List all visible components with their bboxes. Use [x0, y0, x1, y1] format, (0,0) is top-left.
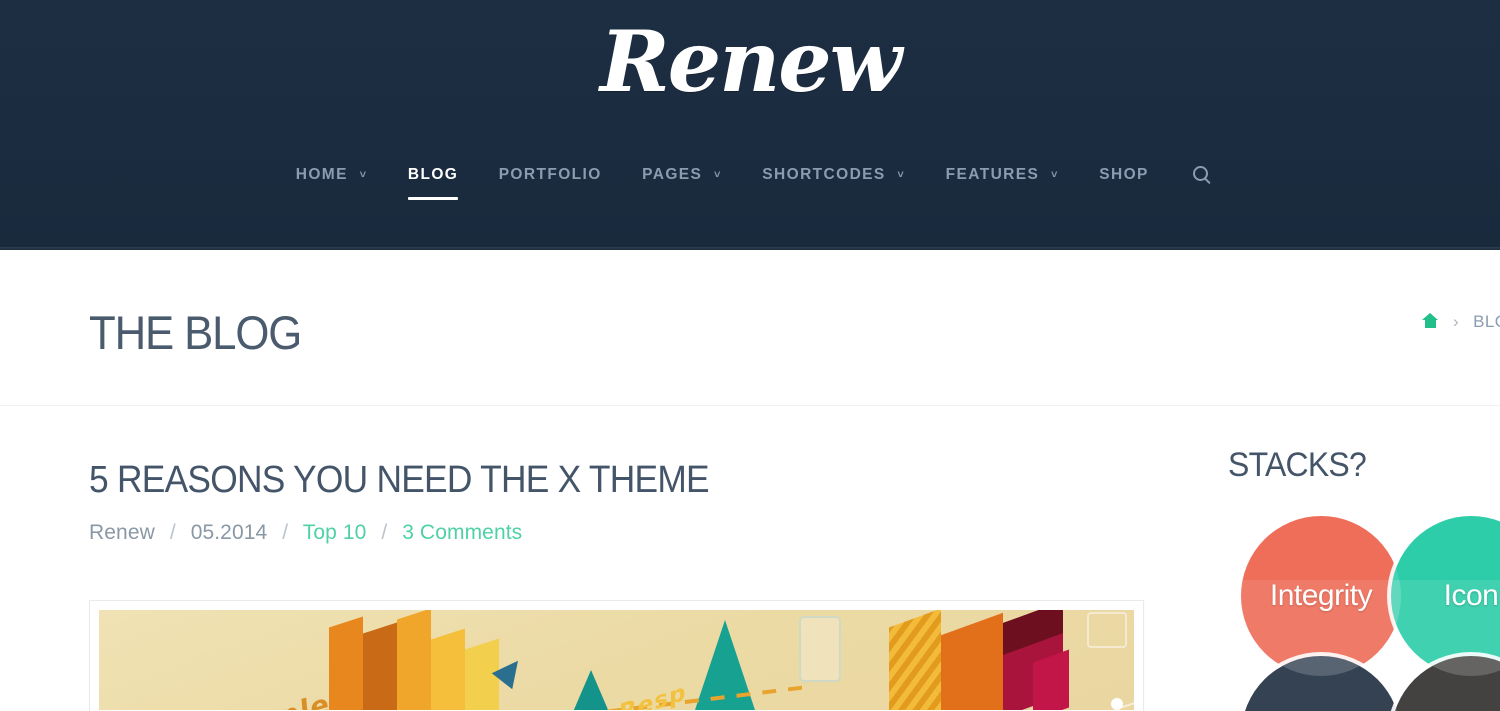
main-navigation: HOME ˅ BLOG PORTFOLIO PAGES ˅ SHORTCODES…	[0, 160, 1500, 200]
search-icon[interactable]	[1193, 166, 1209, 182]
iso-word-responsive: Resp	[619, 679, 687, 710]
nav-item-blog[interactable]: BLOG	[390, 160, 476, 200]
infographic-illustration: mple Resp	[99, 610, 1134, 710]
post-meta: Renew / 05.2014 / Top 10 / 3 Comments	[89, 521, 1144, 545]
home-icon[interactable]	[1421, 313, 1439, 329]
blog-post-entry: 5 REASONS YOU NEED THE X THEME Renew / 0…	[89, 460, 1144, 545]
site-header: Renew HOME ˅ BLOG PORTFOLIO PAGES ˅ SHOR…	[0, 0, 1500, 250]
nav-item-label: SHORTCODES	[762, 166, 886, 183]
stack-circle-3[interactable]	[1241, 656, 1401, 711]
post-featured-image[interactable]: mple Resp	[89, 600, 1144, 711]
nav-item-home[interactable]: HOME ˅	[278, 160, 386, 190]
nav-item-features[interactable]: FEATURES ˅	[928, 160, 1077, 190]
stack-circle-icon[interactable]: Icon	[1391, 516, 1500, 676]
meta-separator: /	[381, 520, 388, 544]
post-comments-link[interactable]: 3 Comments	[402, 521, 522, 544]
stack-label: Icon	[1443, 579, 1499, 612]
brand[interactable]: Renew	[0, 6, 1500, 126]
site-logo[interactable]: Renew	[600, 6, 902, 118]
iso-teal-spike	[561, 670, 621, 710]
post-author: Renew	[89, 520, 155, 544]
iso-bar	[397, 610, 431, 710]
post-title[interactable]: 5 REASONS YOU NEED THE X THEME	[89, 460, 1070, 501]
iso-bar	[363, 622, 397, 710]
nav-item-label: PAGES	[642, 166, 703, 183]
nav-item-shortcodes[interactable]: SHORTCODES ˅	[744, 160, 923, 190]
sidebar-widget-title: STACKS?	[1228, 446, 1367, 484]
iso-tablet-icon	[1087, 612, 1127, 648]
iso-block	[941, 612, 1003, 710]
nav-active-underline	[408, 197, 459, 200]
iso-block	[889, 610, 941, 710]
page-title: THE BLOG	[89, 306, 302, 359]
breadcrumb-separator: ›	[1452, 312, 1460, 331]
meta-separator: /	[282, 520, 289, 544]
iso-word-simple: mple	[246, 687, 334, 710]
main-content: 5 REASONS YOU NEED THE X THEME Renew / 0…	[0, 406, 1500, 711]
breadcrumb: › BLOG	[1421, 312, 1500, 332]
stack-label: Integrity	[1269, 579, 1373, 612]
nav-item-label: FEATURES	[945, 166, 1040, 183]
chevron-down-icon: ˅	[897, 169, 906, 181]
post-date: 05.2014	[190, 520, 268, 544]
nav-search-toggle[interactable]	[1171, 160, 1222, 190]
nav-item-label: BLOG	[407, 166, 459, 183]
nav-item-shop[interactable]: SHOP	[1081, 160, 1167, 190]
breadcrumb-current: BLOG	[1473, 312, 1500, 331]
iso-bar	[431, 628, 465, 710]
stack-circle-integrity[interactable]: Integrity	[1241, 516, 1401, 676]
post-category-link[interactable]: Top 10	[303, 521, 367, 544]
iso-connector-line	[1121, 697, 1134, 709]
nav-item-label: SHOP	[1099, 166, 1149, 183]
nav-item-pages[interactable]: PAGES ˅	[624, 160, 740, 190]
nav-item-label: HOME	[295, 166, 348, 183]
meta-separator: /	[169, 520, 176, 544]
page-title-bar: THE BLOG › BLOG	[0, 250, 1500, 406]
nav-item-label: PORTFOLIO	[498, 166, 602, 183]
iso-bar	[329, 616, 363, 710]
chevron-down-icon: ˅	[359, 169, 368, 181]
iso-phone-icon	[799, 616, 841, 682]
stack-circle-4[interactable]	[1391, 656, 1500, 711]
iso-node-dot	[1111, 698, 1123, 710]
chevron-down-icon: ˅	[1050, 169, 1059, 181]
chevron-down-icon: ˅	[714, 169, 722, 181]
nav-item-portfolio[interactable]: PORTFOLIO	[481, 160, 620, 190]
